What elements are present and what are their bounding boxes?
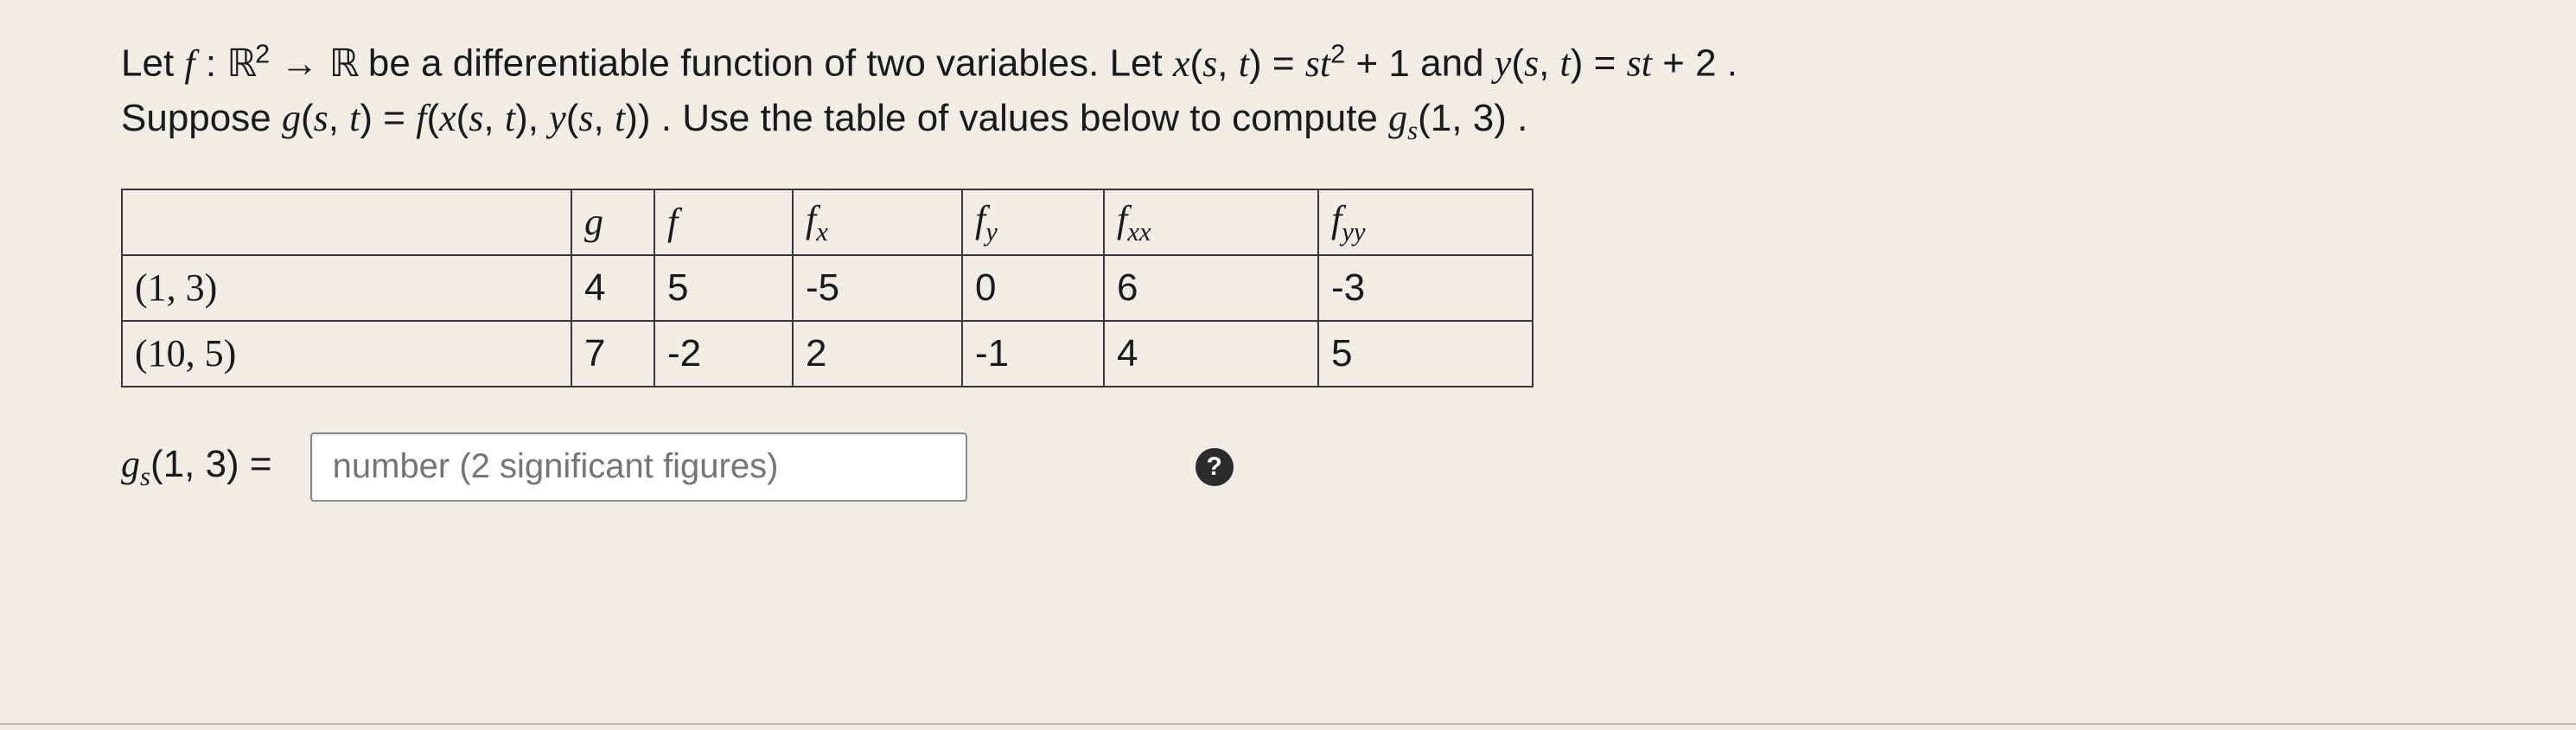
cell-fxx: 6 <box>1104 255 1318 321</box>
math-fn-decl: f : ℝ2 → ℝ <box>184 42 357 85</box>
text-suppose: Suppose <box>121 97 282 139</box>
row-label: (1, 3) <box>122 255 571 321</box>
math-y-eq: y(s, t) = st + 2 <box>1495 42 1717 85</box>
cell-fy: 0 <box>962 255 1104 321</box>
header-fxx: fxx <box>1104 189 1318 255</box>
answer-label: gs(1, 3) = <box>121 442 272 492</box>
cell-g: 7 <box>571 321 654 387</box>
header-fyy: fyy <box>1318 189 1533 255</box>
text-and: and <box>1420 42 1495 85</box>
problem-container: Let f : ℝ2 → ℝ be a differentiable funct… <box>0 0 2576 730</box>
values-table: g f fx fy fxx fyy (1, 3) 4 5 -5 0 6 -3 (… <box>121 189 1533 387</box>
cell-g: 4 <box>571 255 654 321</box>
cell-fy: -1 <box>962 321 1104 387</box>
problem-statement: Let f : ℝ2 → ℝ be a differentiable funct… <box>121 35 2455 150</box>
cell-f: -2 <box>654 321 793 387</box>
cell-f: 5 <box>654 255 793 321</box>
text-period2: . <box>1517 97 1527 139</box>
cell-fxx: 4 <box>1104 321 1318 387</box>
cell-fx: 2 <box>793 321 962 387</box>
table-row: (10, 5) 7 -2 2 -1 4 5 <box>122 321 1533 387</box>
header-fx: fx <box>793 189 962 255</box>
table-row: (1, 3) 4 5 -5 0 6 -3 <box>122 255 1533 321</box>
header-f: f <box>654 189 793 255</box>
math-x-eq: x(s, t) = st2 + 1 <box>1173 42 1410 85</box>
answer-input[interactable] <box>310 432 967 502</box>
table-header-row: g f fx fy fxx fyy <box>122 189 1533 255</box>
header-fy: fy <box>962 189 1104 255</box>
math-g-eq: g(s, t) = f(x(s, t), y(s, t)) <box>282 97 651 139</box>
bottom-divider <box>0 723 2576 725</box>
text-let: Let <box>121 42 184 85</box>
row-label: (10, 5) <box>122 321 571 387</box>
text-period: . <box>1727 42 1738 85</box>
cell-fyy: 5 <box>1318 321 1533 387</box>
cell-fyy: -3 <box>1318 255 1533 321</box>
help-icon[interactable]: ? <box>1196 448 1234 486</box>
text-usetable: . Use the table of values below to compu… <box>661 97 1388 139</box>
cell-fx: -5 <box>793 255 962 321</box>
text-be-diff: be a differentiable function of two vari… <box>368 42 1173 85</box>
header-g: g <box>571 189 654 255</box>
answer-row: gs(1, 3) = ? <box>121 432 2455 502</box>
header-blank <box>122 189 571 255</box>
math-target: gs(1, 3) <box>1388 97 1507 139</box>
